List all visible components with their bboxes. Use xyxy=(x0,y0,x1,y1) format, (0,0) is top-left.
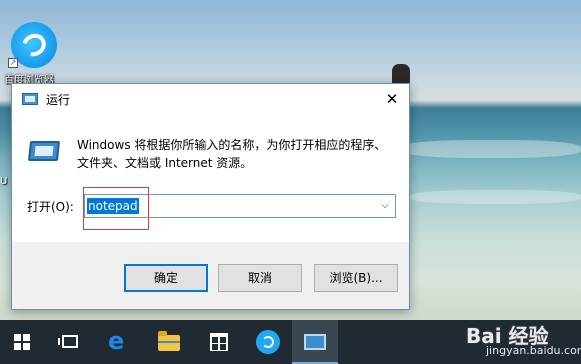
close-button[interactable]: ✕ xyxy=(375,84,409,114)
chevron-down-icon[interactable]: ⌵ xyxy=(377,197,393,215)
run-large-icon xyxy=(27,141,61,161)
edge-icon: e xyxy=(108,327,125,355)
baidu-browser-icon xyxy=(256,330,280,354)
run-taskbar-button[interactable] xyxy=(292,320,338,364)
start-button[interactable] xyxy=(0,320,46,364)
baidu-browser-taskbar-button[interactable] xyxy=(244,320,290,364)
highlight-annotation xyxy=(83,187,149,230)
windows-logo-icon xyxy=(14,334,30,350)
file-explorer-button[interactable] xyxy=(146,320,192,364)
edge-button[interactable]: e xyxy=(96,320,142,364)
desktop-icon-partial: U xyxy=(0,176,8,187)
dialog-footer: 确定 取消 浏览(B)... xyxy=(12,242,409,309)
browse-button[interactable]: 浏览(B)... xyxy=(314,264,398,292)
open-label: 打开(O): xyxy=(27,200,74,214)
folder-icon xyxy=(158,331,180,351)
dialog-body: Windows 将根据你所输入的名称，为你打开相应的程序、文件夹、文档或 Int… xyxy=(12,114,409,242)
dialog-title: 运行 xyxy=(46,93,71,107)
store-icon xyxy=(210,333,228,351)
dialog-description: Windows 将根据你所输入的名称，为你打开相应的程序、文件夹、文档或 Int… xyxy=(77,138,387,170)
store-button[interactable] xyxy=(196,320,242,364)
task-view-button[interactable] xyxy=(46,320,92,364)
ok-button[interactable]: 确定 xyxy=(124,264,208,292)
run-app-icon xyxy=(22,93,38,105)
cancel-button[interactable]: 取消 xyxy=(218,264,302,292)
wallpaper-wave xyxy=(400,140,581,158)
run-icon xyxy=(304,334,326,350)
watermark-url: jingyan.baidu.com xyxy=(486,344,581,357)
dialog-titlebar[interactable]: 运行 ✕ xyxy=(12,84,409,114)
run-dialog: 运行 ✕ Windows 将根据你所输入的名称，为你打开相应的程序、文件夹、文档… xyxy=(11,83,410,310)
shortcut-arrow-icon: ↗ xyxy=(8,58,18,68)
wallpaper-wave xyxy=(410,190,581,204)
task-view-icon xyxy=(58,335,78,348)
